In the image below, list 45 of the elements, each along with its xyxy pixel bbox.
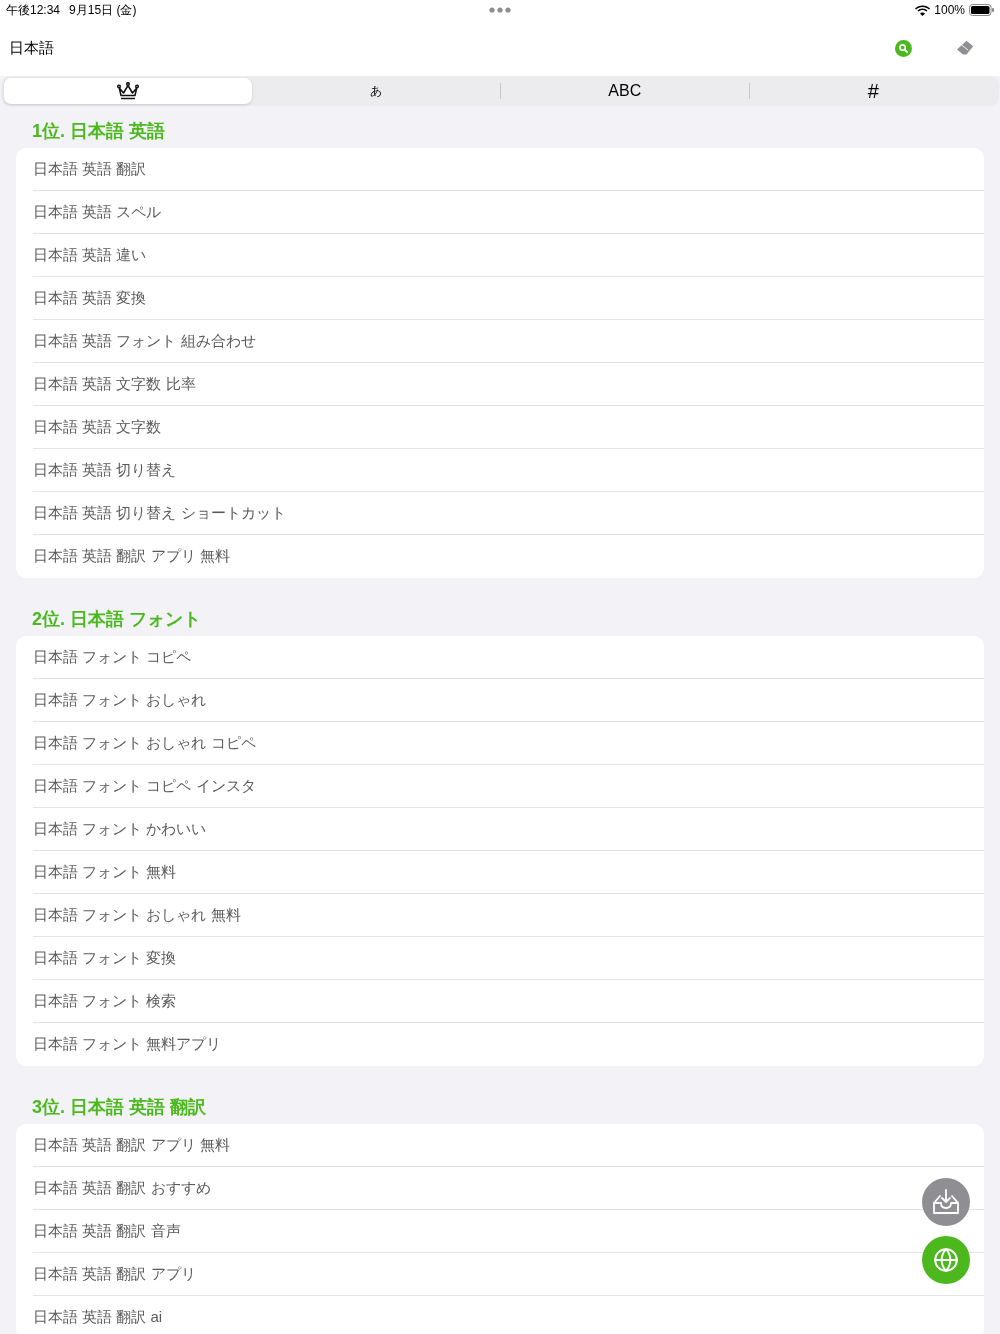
search-icon bbox=[894, 39, 912, 57]
suggestion-item[interactable]: 日本語 フォント おしゃれ コピペ bbox=[33, 731, 256, 755]
suggestion-item[interactable]: 日本語 英語 文字数 bbox=[33, 415, 162, 439]
suggestion-item[interactable]: 日本語 英語 翻訳 アプリ bbox=[33, 1262, 196, 1286]
suggestion-item[interactable]: 日本語 英語 文字数 比率 bbox=[33, 372, 196, 396]
suggestion-item[interactable]: 日本語 フォント 無料アプリ bbox=[33, 1033, 222, 1056]
suggestion-item[interactable]: 日本語 英語 切り替え ショートカット bbox=[33, 501, 286, 525]
battery-icon bbox=[969, 4, 994, 16]
suggestion-item[interactable]: 日本語 フォント おしゃれ 無料 bbox=[33, 903, 241, 927]
crown-tab[interactable] bbox=[4, 78, 252, 104]
suggestion-item[interactable]: 日本語 英語 翻訳 ai bbox=[33, 1306, 163, 1329]
section-title: 1位. 日本語 英語 bbox=[32, 120, 165, 142]
segment-tab[interactable]: ABC bbox=[501, 78, 749, 104]
suggestion-item[interactable]: 日本語 フォント かわいい bbox=[33, 817, 207, 841]
suggestion-item[interactable]: 日本語 英語 翻訳 bbox=[33, 157, 147, 181]
suggestion-item[interactable]: 日本語 フォント 変換 bbox=[33, 946, 177, 970]
suggestion-item[interactable]: 日本語 英語 翻訳 音声 bbox=[33, 1219, 181, 1243]
suggestion-item[interactable]: 日本語 フォント コピペ インスタ bbox=[33, 774, 256, 798]
suggestion-item[interactable]: 日本語 英語 切り替え bbox=[33, 458, 177, 482]
segment-tab[interactable]: # bbox=[749, 78, 997, 104]
wifi-icon bbox=[915, 4, 931, 16]
suggestion-item[interactable]: 日本語 英語 翻訳 おすすめ bbox=[33, 1176, 211, 1200]
suggestion-item[interactable]: 日本語 英語 違い bbox=[33, 243, 147, 267]
suggestion-item[interactable]: 日本語 英語 変換 bbox=[33, 286, 147, 310]
nav-title: 日本語 bbox=[9, 37, 54, 58]
suggestion-item[interactable]: 日本語 英語 フォント 組み合わせ bbox=[33, 329, 256, 353]
suggestion-item[interactable]: 日本語 フォント 検索 bbox=[33, 989, 177, 1013]
suggestion-item[interactable]: 日本語 英語 スペル bbox=[33, 200, 162, 224]
section-title: 2位. 日本語 フォント bbox=[32, 608, 201, 630]
status-date: 9月15日 (金) bbox=[69, 2, 137, 19]
battery-percent: 100% bbox=[934, 2, 965, 19]
suggestion-item[interactable]: 日本語 英語 翻訳 アプリ 無料 bbox=[33, 545, 230, 568]
status-time: 午後12:34 bbox=[6, 2, 61, 19]
search-button[interactable] bbox=[892, 37, 914, 59]
crown-icon bbox=[116, 82, 139, 100]
multitasking-dots-icon[interactable] bbox=[489, 7, 511, 13]
inbox-download-icon bbox=[932, 1189, 960, 1215]
globe-icon bbox=[933, 1247, 959, 1273]
section-title: 3位. 日本語 英語 翻訳 bbox=[32, 1096, 206, 1118]
suggestion-item[interactable]: 日本語 フォント おしゃれ bbox=[33, 688, 207, 712]
eraser-icon bbox=[956, 40, 974, 56]
segment-tab[interactable]: あ bbox=[252, 78, 500, 104]
suggestion-item[interactable]: 日本語 フォント コピペ bbox=[33, 645, 192, 669]
suggestion-item[interactable]: 日本語 フォント 無料 bbox=[33, 860, 177, 884]
suggestion-item[interactable]: 日本語 英語 翻訳 アプリ 無料 bbox=[33, 1133, 230, 1157]
